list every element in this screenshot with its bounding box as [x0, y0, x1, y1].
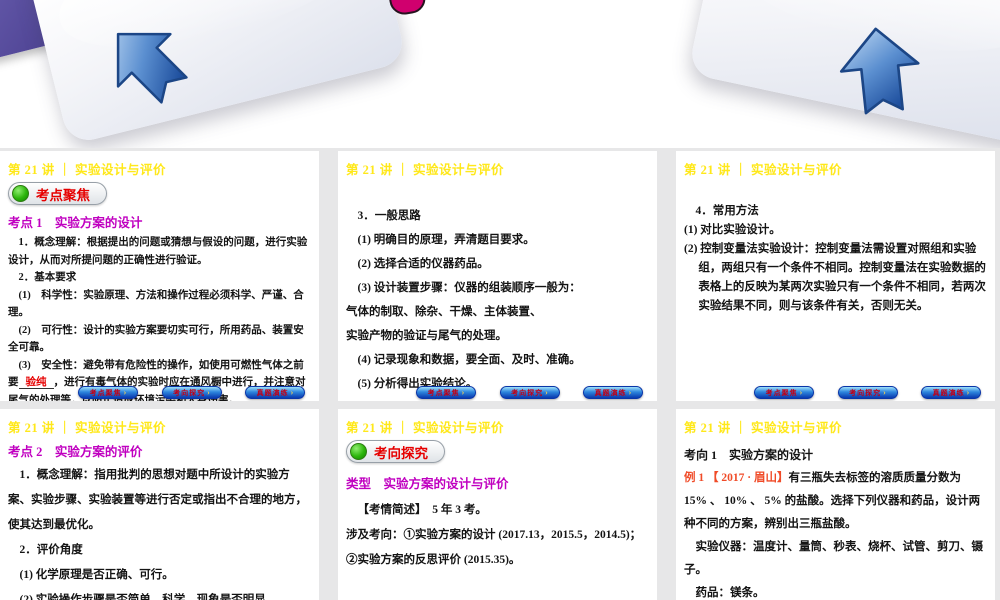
- nav-footer: 考点聚焦 › 考向探究 › 真题演练 ›: [78, 386, 305, 399]
- nav-button-focus[interactable]: 考点聚焦 ›: [78, 386, 138, 399]
- paragraph: (4) 记录现象和数据，要全面、及时、准确。: [357, 354, 581, 366]
- paragraph: (2) 选择合适的仪器药品。: [357, 258, 489, 270]
- nav-button-label: 考点聚焦: [89, 388, 122, 397]
- paragraph: ②实验方案的反思评价 (2015.35)。: [346, 554, 521, 566]
- paragraph: (1) 化学原理是否正确、可行。: [19, 569, 174, 581]
- paragraph: 涉及考向：①实验方案的设计 (2017.13，2015.5，2014.5)；: [346, 529, 642, 541]
- glossy-arrow-up-icon: [832, 22, 929, 119]
- chevron-right-icon: ›: [545, 388, 548, 397]
- paragraph: (2) 可行性：设计的实验方案要切实可行，所用药品、装置安全可靠。: [8, 324, 304, 354]
- paragraph: (2) 控制变量法实验设计：控制变量法需设置对照组和实验组，两组只有一个条件不相…: [684, 243, 986, 312]
- nav-button-label: 真题演练: [594, 388, 627, 397]
- chevron-right-icon: ›: [966, 388, 970, 397]
- nav-button-explore[interactable]: 考向探究 ›: [161, 386, 222, 399]
- slide-panel-4: 第 21 讲 ｜ 实验设计与评价 考点 2 实验方案的评价 1．概念理解：指用批…: [0, 409, 319, 600]
- decor-tile-left: [24, 0, 408, 146]
- green-dot-icon: [12, 185, 29, 202]
- nav-button-label: 真题演练: [256, 388, 289, 397]
- slide-panel-5: 第 21 讲 ｜ 实验设计与评价 考向探究 类型 实验方案的设计与评价 【考情简…: [338, 409, 657, 600]
- slide-panel-6: 第 21 讲 ｜ 实验设计与评价 考向 1 实验方案的设计 例 1 【 2017…: [676, 409, 995, 600]
- paragraph: (1) 明确目的原理，弄清题目要求。: [357, 234, 535, 246]
- example-paragraph: 例 1 【 2017 · 眉山】有三瓶失去标签的溶质质量分数为 15% 、 10…: [684, 467, 986, 536]
- paragraph: (1) 科学性：实验原理、方法和操作过程必须科学、严谨、合理。: [8, 289, 304, 319]
- topic-heading: 考点 2 实验方案的评价: [8, 445, 143, 459]
- badge-label: 考向探究: [374, 445, 428, 461]
- kaoxiang-heading: 考向 1 实验方案的设计: [684, 448, 814, 462]
- paragraph: 1．概念理解：指用批判的思想对题中所设计的实验方案、实验步骤、实验装置等进行否定…: [8, 469, 307, 531]
- nav-button-explore[interactable]: 考向探究 ›: [837, 386, 898, 399]
- section-badge-kaodian-jujiao: 考点聚焦: [8, 182, 107, 205]
- slide-header: 第 21 讲 ｜ 实验设计与评价: [684, 163, 843, 177]
- answer-blank: 验纯: [18, 377, 54, 389]
- paragraph: 2．基本要求: [18, 272, 77, 283]
- paragraph: 实验产物的验证与尾气的处理。: [346, 330, 507, 342]
- paragraph: (1) 对比实验设计。: [684, 224, 781, 236]
- nav-button-label: 考向探究: [173, 388, 206, 397]
- decor-band: [0, 0, 1000, 150]
- nav-button-label: 考点聚焦: [427, 388, 460, 397]
- green-dot-icon: [350, 443, 367, 460]
- slide-panel-1: 第 21 讲 ｜ 实验设计与评价 考点聚焦 考点 1 实验方案的设计 1．概念理…: [0, 151, 319, 401]
- slide-header: 第 21 讲 ｜ 实验设计与评价: [346, 163, 505, 177]
- nav-button-label: 考向探究: [511, 388, 544, 397]
- paragraph: (3) 设计装置步骤：仪器的组装顺序一般为：: [357, 282, 581, 294]
- nav-footer: 考点聚焦 › 考向探究 › 真题演练 ›: [754, 386, 981, 399]
- badge-label: 考点聚焦: [36, 187, 90, 203]
- nav-button-practice[interactable]: 真题演练 ›: [583, 386, 643, 399]
- chevron-right-icon: ›: [123, 388, 127, 397]
- paragraph: 4．常用方法: [695, 205, 759, 217]
- paragraph: 药品：镁条。: [695, 587, 765, 599]
- nav-button-label: 考向探究: [849, 388, 882, 397]
- paragraph: 气体的制取、除杂、干燥、主体装置、: [346, 306, 542, 318]
- paragraph: 1．概念理解：根据提出的问题或猜想与假设的问题，进行实验设计，从而对所提问题的正…: [8, 237, 308, 266]
- paragraph: 实验仪器：温度计、量筒、秒表、烧杯、试管、剪刀、镊子。: [684, 541, 983, 576]
- topic-heading: 考点 1 实验方案的设计: [8, 216, 143, 230]
- nav-button-practice[interactable]: 真题演练 ›: [921, 386, 981, 399]
- nav-footer: 考点聚焦 › 考向探究 › 真题演练 ›: [416, 386, 643, 399]
- nav-button-explore[interactable]: 考向探究 ›: [499, 386, 560, 399]
- page: 第 21 讲 ｜ 实验设计与评价 考点聚焦 考点 1 实验方案的设计 1．概念理…: [0, 0, 1000, 600]
- chevron-right-icon: ›: [207, 388, 210, 397]
- chevron-right-icon: ›: [883, 388, 886, 397]
- chevron-right-icon: ›: [290, 388, 294, 397]
- slide-panel-2: 第 21 讲 ｜ 实验设计与评价 3．一般思路 (1) 明确目的原理，弄清题目要…: [338, 151, 657, 401]
- nav-button-label: 考点聚焦: [765, 388, 798, 397]
- chevron-right-icon: ›: [628, 388, 632, 397]
- slide-panel-3: 第 21 讲 ｜ 实验设计与评价 4．常用方法 (1) 对比实验设计。 (2) …: [676, 151, 995, 401]
- paragraph: 2．评价角度: [19, 544, 83, 556]
- slides-grid: 第 21 讲 ｜ 实验设计与评价 考点聚焦 考点 1 实验方案的设计 1．概念理…: [0, 148, 1000, 600]
- section-badge-kaoxiang-tanjiu: 考向探究: [346, 440, 445, 463]
- type-heading: 类型 实验方案的设计与评价: [346, 477, 509, 491]
- nav-button-label: 真题演练: [932, 388, 965, 397]
- slide-header: 第 21 讲 ｜ 实验设计与评价: [684, 421, 843, 435]
- example-label: 例 1 【 2017 · 眉山】: [684, 472, 789, 484]
- slide-header: 第 21 讲 ｜ 实验设计与评价: [8, 421, 167, 435]
- nav-button-practice[interactable]: 真题演练 ›: [245, 386, 305, 399]
- chevron-right-icon: ›: [799, 388, 803, 397]
- slide-header: 第 21 讲 ｜ 实验设计与评价: [346, 421, 505, 435]
- nav-button-focus[interactable]: 考点聚焦 ›: [416, 386, 476, 399]
- paragraph: 3．一般思路: [357, 210, 421, 222]
- chevron-right-icon: ›: [461, 388, 465, 397]
- slide-header: 第 21 讲 ｜ 实验设计与评价: [8, 163, 167, 177]
- nav-button-focus[interactable]: 考点聚焦 ›: [754, 386, 814, 399]
- paragraph: 【考情简述】 5 年 3 考。: [357, 504, 487, 516]
- paragraph: (2) 实验操作步骤是否简单、科学，现象是否明显。: [19, 594, 278, 600]
